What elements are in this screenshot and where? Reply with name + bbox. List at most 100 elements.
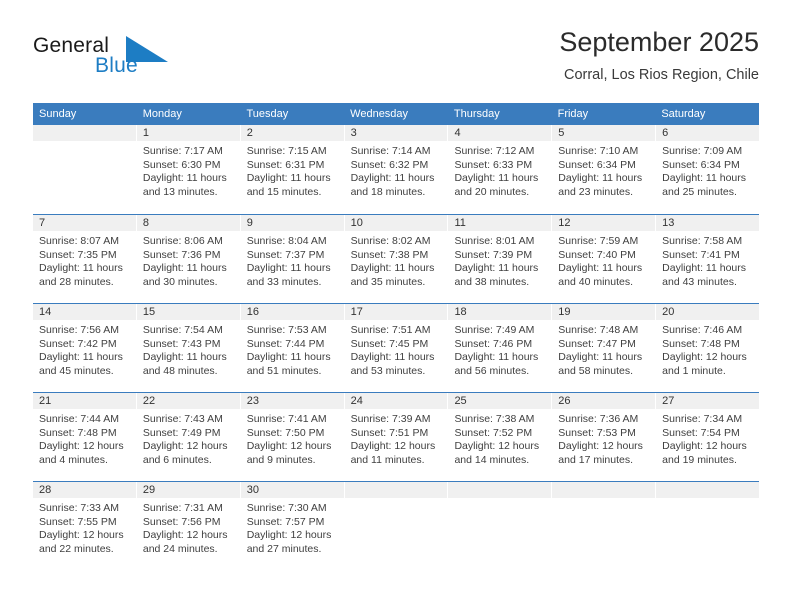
- sunset-text: Sunset: 7:41 PM: [662, 248, 740, 261]
- day-cell[interactable]: 4 Sunrise: 7:12 AM Sunset: 6:33 PM Daylight…: [448, 125, 553, 214]
- day-number: 9: [240, 215, 344, 231]
- sunset-text: Sunset: 6:30 PM: [142, 158, 221, 171]
- day-cell[interactable]: 16 Sunrise: 7:53 AM Sunset: 7:44 PM Dayligh…: [240, 304, 345, 392]
- day-number: 30: [240, 482, 344, 498]
- daylight-text: Daylight: 11 hours and 28 minutes.: [39, 262, 123, 288]
- weekday-header-saturday: Saturday: [661, 108, 706, 120]
- day-cell[interactable]: 22 Sunrise: 7:43 AM Sunset: 7:49 PM Dayligh…: [136, 393, 241, 481]
- day-info: Sunrise: 7:59 AM Sunset: 7:40 PM Daylight:…: [552, 231, 655, 289]
- brand-logo[interactable]: General Blue: [33, 34, 253, 90]
- day-cell[interactable]: 14 Sunrise: 7:56 AM Sunset: 7:42 PM Dayligh…: [33, 304, 137, 392]
- sunrise-text: Sunrise: 8:01 AM: [454, 235, 535, 247]
- day-number: [656, 482, 760, 498]
- sunrise-text: Sunrise: 7:58 AM: [662, 235, 743, 247]
- weekday-header-wednesday: Wednesday: [350, 108, 409, 120]
- sunset-text: Sunset: 7:45 PM: [350, 337, 429, 350]
- day-number: [552, 482, 656, 498]
- sunset-text: Sunset: 7:37 PM: [246, 248, 325, 261]
- day-cell[interactable]: 20 Sunrise: 7:46 AM Sunset: 7:48 PM Dayligh…: [656, 304, 760, 392]
- sunrise-text: Sunrise: 7:54 AM: [142, 324, 223, 336]
- page-header: General Blue September 2025 Corral, Los …: [33, 26, 759, 96]
- day-number: [448, 482, 552, 498]
- day-cell[interactable]: 30 Sunrise: 7:30 AM Sunset: 7:57 PM Dayligh…: [240, 482, 345, 570]
- daylight-text: Daylight: 12 hours and 24 minutes.: [142, 529, 228, 555]
- day-number: 21: [33, 393, 136, 409]
- daylight-text: Daylight: 11 hours and 58 minutes.: [558, 351, 643, 377]
- day-info: Sunrise: 7:17 AM Sunset: 6:30 PM Daylight:…: [137, 141, 240, 199]
- day-info: Sunrise: 7:58 AM Sunset: 7:41 PM Daylight:…: [656, 231, 759, 289]
- day-info: Sunrise: 7:48 AM Sunset: 7:47 PM Daylight:…: [552, 320, 655, 378]
- sunrise-text: Sunrise: 7:49 AM: [454, 324, 535, 336]
- daylight-text: Daylight: 12 hours and 27 minutes.: [246, 529, 332, 555]
- day-number: 22: [136, 393, 240, 409]
- day-cell[interactable]: 8 Sunrise: 8:06 AM Sunset: 7:36 PM Daylight…: [136, 215, 241, 303]
- sunset-text: Sunset: 7:39 PM: [454, 248, 533, 261]
- sunset-text: Sunset: 7:48 PM: [662, 337, 740, 350]
- day-cell[interactable]: 5 Sunrise: 7:10 AM Sunset: 6:34 PM Daylight…: [552, 125, 657, 214]
- sunset-text: Sunset: 7:55 PM: [39, 515, 117, 528]
- sunset-text: Sunset: 7:43 PM: [142, 337, 221, 350]
- sunrise-text: Sunrise: 7:51 AM: [350, 324, 431, 336]
- day-cell[interactable]: 13 Sunrise: 7:58 AM Sunset: 7:41 PM Dayligh…: [656, 215, 760, 303]
- sunrise-text: Sunrise: 7:17 AM: [142, 145, 223, 157]
- sunset-text: Sunset: 6:33 PM: [454, 158, 533, 171]
- day-info: Sunrise: 7:51 AM Sunset: 7:45 PM Daylight:…: [345, 320, 448, 378]
- day-cell[interactable]: 15 Sunrise: 7:54 AM Sunset: 7:43 PM Dayligh…: [136, 304, 241, 392]
- day-cell[interactable]: 3 Sunrise: 7:14 AM Sunset: 6:32 PM Daylight…: [344, 125, 449, 214]
- daylight-text: Daylight: 11 hours and 35 minutes.: [350, 262, 435, 288]
- calendar-week-row: 7 Sunrise: 8:07 AM Sunset: 7:35 PM Daylight…: [33, 214, 760, 303]
- day-cell[interactable]: 6 Sunrise: 7:09 AM Sunset: 6:34 PM Daylight…: [656, 125, 760, 214]
- day-cell[interactable]: 2 Sunrise: 7:15 AM Sunset: 6:31 PM Daylight…: [240, 125, 345, 214]
- daylight-text: Daylight: 12 hours and 19 minutes.: [662, 440, 747, 466]
- daylight-text: Daylight: 11 hours and 33 minutes.: [246, 262, 331, 288]
- day-cell[interactable]: 10 Sunrise: 8:02 AM Sunset: 7:38 PM Dayligh…: [344, 215, 449, 303]
- daylight-text: Daylight: 11 hours and 13 minutes.: [142, 172, 227, 198]
- day-cell[interactable]: 29 Sunrise: 7:31 AM Sunset: 7:56 PM Dayligh…: [136, 482, 241, 570]
- day-info: Sunrise: 7:15 AM Sunset: 6:31 PM Daylight:…: [241, 141, 344, 199]
- day-info: Sunrise: 7:44 AM Sunset: 7:48 PM Daylight:…: [33, 409, 136, 467]
- day-info: Sunrise: 7:46 AM Sunset: 7:48 PM Daylight:…: [656, 320, 759, 378]
- calendar-grid: Sunday Monday Tuesday Wednesday Thursday Frid…: [33, 103, 760, 570]
- day-cell[interactable]: 18 Sunrise: 7:49 AM Sunset: 7:46 PM Dayligh…: [448, 304, 553, 392]
- daylight-text: Daylight: 11 hours and 25 minutes.: [662, 172, 747, 198]
- day-cell[interactable]: 1 Sunrise: 7:17 AM Sunset: 6:30 PM Daylight…: [136, 125, 241, 214]
- day-number: 29: [136, 482, 240, 498]
- title-block: September 2025 Corral, Los Rios Region, …: [559, 26, 759, 86]
- day-cell[interactable]: 23 Sunrise: 7:41 AM Sunset: 7:50 PM Dayligh…: [240, 393, 345, 481]
- sunset-text: Sunset: 6:31 PM: [246, 158, 325, 171]
- calendar-week-row: 21 Sunrise: 7:44 AM Sunset: 7:48 PM Dayligh…: [33, 392, 760, 481]
- sunrise-text: Sunrise: 7:10 AM: [558, 145, 639, 157]
- sunrise-text: Sunrise: 7:38 AM: [454, 413, 535, 425]
- daylight-text: Daylight: 11 hours and 56 minutes.: [454, 351, 539, 377]
- day-number: 13: [656, 215, 760, 231]
- sunset-text: Sunset: 7:54 PM: [662, 426, 740, 439]
- day-cell[interactable]: 12 Sunrise: 7:59 AM Sunset: 7:40 PM Dayligh…: [552, 215, 657, 303]
- weekday-header-tuesday: Tuesday: [246, 108, 289, 120]
- day-info: Sunrise: 7:10 AM Sunset: 6:34 PM Daylight:…: [552, 141, 655, 199]
- sunset-text: Sunset: 7:53 PM: [558, 426, 636, 439]
- day-cell[interactable]: 27 Sunrise: 7:34 AM Sunset: 7:54 PM Dayligh…: [656, 393, 760, 481]
- sunset-text: Sunset: 7:56 PM: [142, 515, 221, 528]
- day-cell[interactable]: 25 Sunrise: 7:38 AM Sunset: 7:52 PM Dayligh…: [448, 393, 553, 481]
- sunrise-text: Sunrise: 7:30 AM: [246, 502, 327, 514]
- day-cell[interactable]: 7 Sunrise: 8:07 AM Sunset: 7:35 PM Daylight…: [33, 215, 137, 303]
- sunrise-text: Sunrise: 7:12 AM: [454, 145, 535, 157]
- day-number: 25: [448, 393, 552, 409]
- day-cell[interactable]: 17 Sunrise: 7:51 AM Sunset: 7:45 PM Dayligh…: [344, 304, 449, 392]
- day-cell[interactable]: 21 Sunrise: 7:44 AM Sunset: 7:48 PM Dayligh…: [33, 393, 137, 481]
- sunrise-text: Sunrise: 7:43 AM: [142, 413, 223, 425]
- day-info: Sunrise: 7:09 AM Sunset: 6:34 PM Daylight:…: [656, 141, 759, 199]
- day-cell[interactable]: 19 Sunrise: 7:48 AM Sunset: 7:47 PM Dayligh…: [552, 304, 657, 392]
- day-cell[interactable]: 11 Sunrise: 8:01 AM Sunset: 7:39 PM Dayligh…: [448, 215, 553, 303]
- day-cell[interactable]: 24 Sunrise: 7:39 AM Sunset: 7:51 PM Dayligh…: [344, 393, 449, 481]
- sunrise-text: Sunrise: 7:48 AM: [558, 324, 639, 336]
- daylight-text: Daylight: 11 hours and 45 minutes.: [39, 351, 123, 377]
- day-number: 5: [552, 125, 656, 141]
- day-cell[interactable]: 9 Sunrise: 8:04 AM Sunset: 7:37 PM Daylight…: [240, 215, 345, 303]
- day-info: Sunrise: 8:04 AM Sunset: 7:37 PM Daylight:…: [241, 231, 344, 289]
- day-cell[interactable]: 26 Sunrise: 7:36 AM Sunset: 7:53 PM Dayligh…: [552, 393, 657, 481]
- daylight-text: Daylight: 12 hours and 9 minutes.: [246, 440, 332, 466]
- sunrise-text: Sunrise: 7:31 AM: [142, 502, 223, 514]
- page-title: September 2025: [559, 27, 759, 57]
- day-cell[interactable]: 28 Sunrise: 7:33 AM Sunset: 7:55 PM Dayligh…: [33, 482, 137, 570]
